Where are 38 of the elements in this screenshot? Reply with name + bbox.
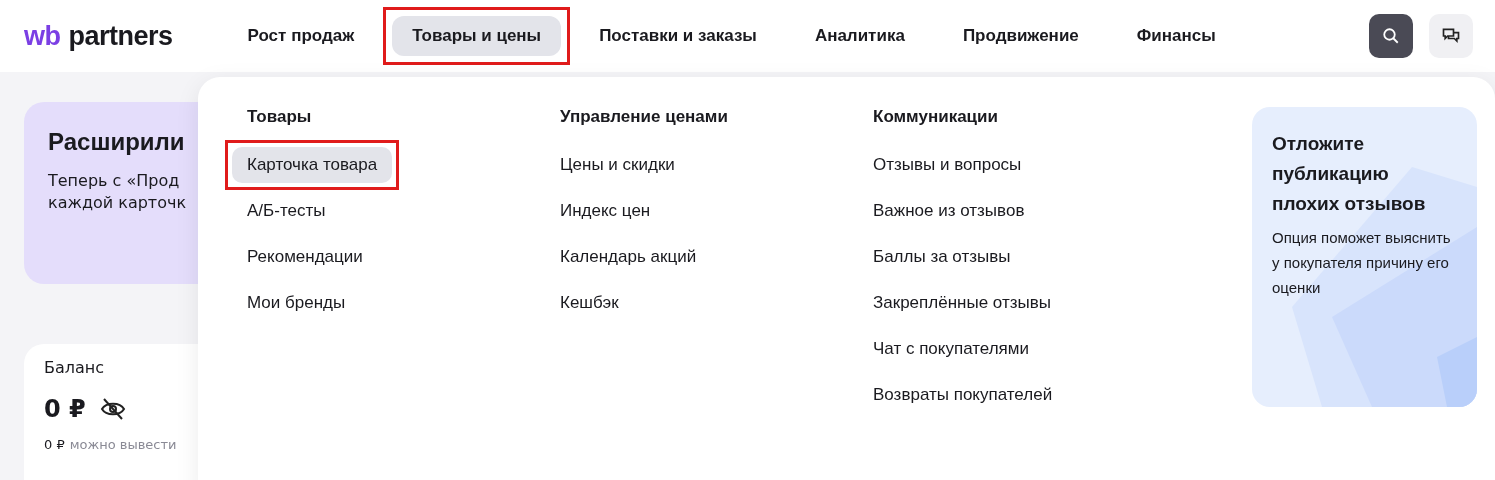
nav-tab[interactable]: Рост продаж [227, 16, 375, 56]
available-label: можно вывести [69, 437, 177, 452]
menu-item[interactable]: Важное из отзывов [858, 193, 1171, 229]
menu-item[interactable]: Возвраты покупателей [858, 377, 1171, 413]
search-button[interactable] [1369, 14, 1413, 58]
menu-item[interactable]: Индекс цен [545, 193, 858, 229]
menu-item[interactable]: Цены и скидки [545, 147, 858, 183]
menu-item[interactable]: Закреплённые отзывы [858, 285, 1171, 321]
promo-title: Расширили [48, 128, 186, 156]
nav-tab[interactable]: Аналитика [794, 16, 925, 56]
nav-tab[interactable]: Поставки и заказы [579, 16, 777, 56]
menu-section-title: Управление ценами [559, 107, 729, 128]
menu-item[interactable]: Мои бренды [232, 285, 545, 321]
balance-label: Баланс [44, 358, 106, 377]
promo-banner[interactable]: Отложите публикацию плохих отзывов Опция поможет выяснить у покупателя причину его оценки [1252, 107, 1477, 407]
menu-section-title: Коммуникации [872, 107, 999, 128]
promo-text: Теперь с «Прод каждой карточк [48, 170, 188, 214]
menu-item[interactable]: Отзывы и вопросы [858, 147, 1171, 183]
menu-item[interactable]: Баллы за отзывы [858, 239, 1171, 275]
banner-title: Отложите публикацию плохих отзывов [1272, 132, 1427, 216]
menu-item[interactable]: Рекомендации [232, 239, 545, 275]
menu-item[interactable]: А/Б-тесты [232, 193, 545, 229]
menu-item[interactable]: Чат с покупателями [858, 331, 1171, 367]
nav-tab[interactable]: Товары и цены [392, 16, 562, 56]
chat-icon [1441, 26, 1461, 46]
menu-item[interactable]: Карточка товара [232, 147, 393, 183]
nav-tab[interactable]: Финансы [1116, 16, 1236, 56]
banner-text: Опция поможет выяснить у покупателя причину его оценки [1272, 228, 1452, 298]
search-icon [1382, 27, 1400, 45]
balance-amount: 0 ₽ [44, 395, 86, 423]
menu-item[interactable]: Кешбэк [545, 285, 858, 321]
menu-section-title: Товары [246, 107, 313, 128]
logo[interactable]: wb partners [24, 20, 173, 52]
menu-item[interactable]: Календарь акций [545, 239, 858, 275]
available-amount: 0 ₽ [44, 437, 65, 452]
nav-tab[interactable]: Продвижение [942, 16, 1099, 56]
chat-button[interactable] [1429, 14, 1473, 58]
eye-crossed-icon[interactable] [99, 397, 126, 421]
